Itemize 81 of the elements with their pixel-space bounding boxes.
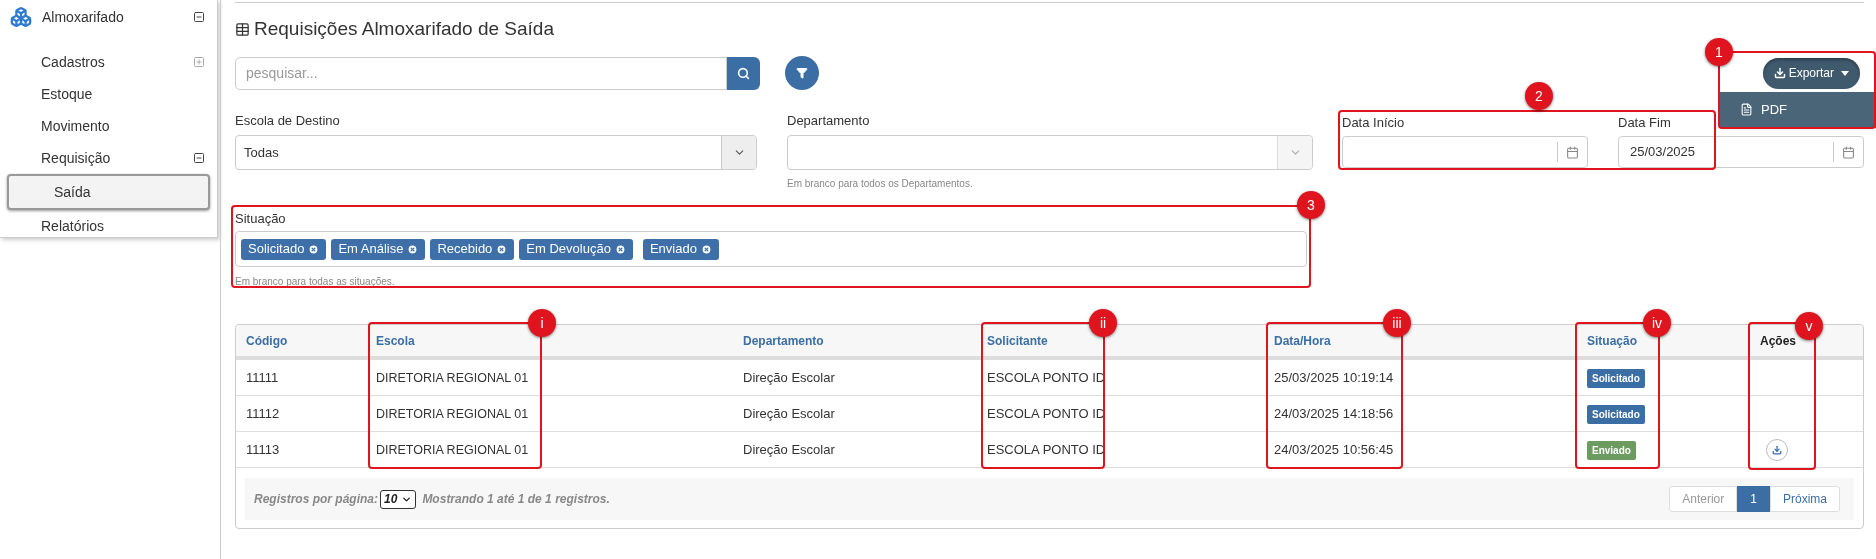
help-text: Em branco para todas as situações.	[235, 276, 395, 288]
export-button[interactable]: Exportar	[1762, 57, 1860, 89]
status-tag[interactable]: Enviado	[642, 238, 719, 260]
date-field[interactable]: 25/03/2025	[1618, 136, 1864, 168]
calendar-icon[interactable]	[1566, 145, 1579, 159]
sidebar-item[interactable]: Requisição	[0, 142, 217, 174]
status-tag[interactable]: Em Análise	[331, 238, 426, 260]
remove-icon[interactable]	[496, 243, 508, 255]
annotation-marker: iv	[1643, 309, 1671, 337]
field-label: Situação	[235, 211, 286, 226]
search-field[interactable]: pesquisar...	[235, 56, 727, 90]
sidebar-item[interactable]: Movimento	[0, 110, 217, 142]
field-label: Escola de Destino	[235, 113, 340, 128]
date-field[interactable]	[1342, 136, 1588, 168]
table-cell: DIRETORIA REGIONAL 01	[376, 370, 529, 385]
table-cell: DIRETORIA REGIONAL 01	[376, 442, 529, 457]
status-tag[interactable]: Em Devolução	[519, 238, 633, 260]
annotation-marker: 3	[1297, 191, 1325, 219]
remove-icon[interactable]	[308, 243, 320, 255]
calendar-icon[interactable]	[1842, 145, 1855, 159]
search-button[interactable]	[727, 56, 760, 90]
status-badge: Solicitado	[1587, 404, 1645, 424]
collapse-icon[interactable]	[193, 11, 205, 23]
help-text: Em branco para todos os Departamentos.	[787, 178, 973, 190]
remove-icon[interactable]	[700, 243, 712, 255]
annotation-marker: v	[1795, 312, 1823, 340]
table-cell: 24/03/2025 10:56:45	[1274, 441, 1394, 457]
table-icon	[235, 21, 250, 37]
table-cell: Direção Escolar	[743, 405, 835, 421]
field-label: Data Fim	[1618, 115, 1671, 130]
filter-button[interactable]	[785, 56, 819, 90]
page-title: Requisições Almoxarifado de Saída	[254, 16, 554, 41]
menu-item[interactable]: PDF	[1720, 99, 1787, 120]
table-cell: Direção Escolar	[743, 369, 835, 385]
field-label: Data Início	[1342, 115, 1405, 130]
table-cell: Direção Escolar	[743, 441, 835, 457]
per-page-select[interactable]: 10	[380, 489, 417, 509]
status-badge: Enviado	[1587, 440, 1636, 460]
field-label: Departamento	[787, 113, 870, 128]
annotation-marker: iii	[1383, 309, 1411, 337]
column-header[interactable]: Escola	[376, 333, 415, 348]
status-badge: Solicitado	[1587, 368, 1645, 388]
column-header[interactable]: Situação	[1587, 333, 1637, 348]
pagination-button[interactable]: 1	[1737, 486, 1770, 512]
sidebar-item[interactable]: Cadastros	[0, 46, 217, 78]
column-header[interactable]: Código	[246, 333, 288, 348]
sidebar-title[interactable]: Almoxarifado	[42, 6, 193, 28]
filter-icon	[796, 67, 808, 79]
collapse-icon[interactable]	[193, 152, 205, 164]
table-cell: DIRETORIA REGIONAL 01	[376, 406, 529, 421]
download-icon	[1772, 444, 1782, 455]
remove-icon[interactable]	[407, 243, 419, 255]
column-header[interactable]: Data/Hora	[1274, 333, 1331, 348]
per-page-label: Registros por página:	[254, 491, 378, 508]
annotation-marker: ii	[1089, 309, 1117, 337]
file-icon	[1740, 103, 1753, 116]
school-select[interactable]: Todas	[235, 135, 757, 170]
status-multiselect[interactable]: Solicitado Em Análise Recebido Em Devolução Enviado	[235, 231, 1307, 267]
column-header[interactable]: Departamento	[743, 333, 824, 348]
records-summary: Mostrando 1 até 1 de 1 registros.	[422, 491, 610, 508]
search-icon	[737, 66, 750, 80]
status-tag[interactable]: Solicitado	[241, 238, 327, 260]
annotation-marker: i	[528, 309, 556, 337]
sidebar-subitem[interactable]: Saída	[7, 174, 210, 210]
status-tag[interactable]: Recebido	[430, 238, 515, 260]
annotation-marker: 2	[1525, 82, 1553, 110]
table-cell: 11112	[246, 405, 280, 421]
table-cell: 25/03/2025 10:19:14	[1274, 369, 1394, 385]
download-icon	[1773, 67, 1786, 79]
sidebar-item[interactable]: Estoque	[0, 78, 217, 110]
table-cell: 24/03/2025 14:18:56	[1274, 405, 1394, 421]
annotation-marker: 1	[1705, 38, 1733, 66]
column-header[interactable]: Solicitante	[987, 333, 1048, 348]
table-cell: 11113	[246, 441, 280, 457]
pagination-button[interactable]: Próxima	[1770, 486, 1840, 512]
remove-icon[interactable]	[614, 243, 626, 255]
sidebar-item[interactable]: Relatórios	[0, 210, 217, 242]
table-cell: 11111	[246, 369, 279, 385]
column-header: Ações	[1760, 333, 1797, 348]
boxes-icon	[10, 6, 32, 28]
download-button[interactable]	[1766, 438, 1788, 461]
